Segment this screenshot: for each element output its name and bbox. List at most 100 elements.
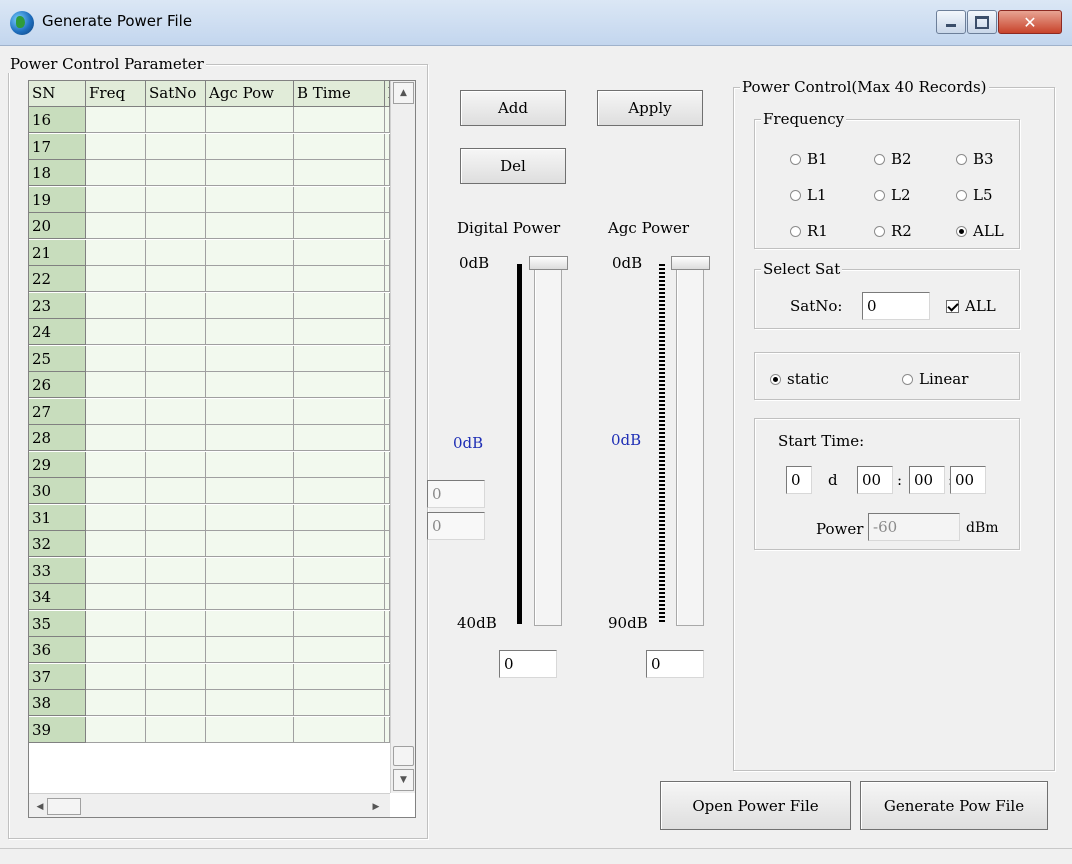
grid-row-header[interactable]: 27 (29, 398, 86, 425)
frequency-radio-b1[interactable]: B1 (790, 150, 828, 168)
grid-row-header[interactable]: 37 (29, 663, 86, 690)
grid-cell[interactable] (86, 637, 146, 663)
grid-cell[interactable] (86, 213, 146, 239)
grid-cell[interactable] (294, 239, 385, 266)
start-hour-input[interactable]: 00 (857, 466, 893, 494)
grid-cell[interactable] (146, 345, 206, 372)
grid-cell[interactable] (206, 107, 294, 133)
grid-cell[interactable] (294, 107, 385, 133)
grid-cell[interactable] (86, 345, 146, 372)
grid-column-header[interactable]: B Time (294, 81, 385, 107)
parameter-grid[interactable]: SNFreqSatNoAgc PowB Timel161718192021222… (28, 80, 416, 818)
grid-cell[interactable] (206, 213, 294, 239)
grid-row-header[interactable]: 24 (29, 319, 86, 345)
grid-cell[interactable] (206, 345, 294, 372)
grid-cell[interactable] (146, 451, 206, 478)
grid-cell[interactable] (146, 239, 206, 266)
static-radio[interactable]: static (770, 370, 829, 388)
grid-column-header[interactable]: SatNo (146, 81, 206, 107)
grid-row-header[interactable]: 30 (29, 478, 86, 504)
grid-cell[interactable] (86, 478, 146, 504)
agc-power-slider-thumb[interactable] (671, 256, 710, 270)
digital-power-value-input[interactable]: 0 (499, 650, 557, 678)
grid-row-header[interactable]: 36 (29, 637, 86, 663)
grid-cell[interactable] (206, 160, 294, 186)
grid-cell[interactable] (206, 186, 294, 213)
grid-cell[interactable] (206, 504, 294, 531)
vertical-scroll-thumb[interactable] (393, 746, 414, 766)
grid-cell[interactable] (294, 292, 385, 319)
grid-cell[interactable] (294, 186, 385, 213)
grid-cell[interactable] (146, 716, 206, 743)
grid-cell[interactable] (86, 610, 146, 637)
grid-cell[interactable] (294, 504, 385, 531)
grid-cell[interactable] (206, 557, 294, 584)
grid-cell[interactable] (294, 319, 385, 345)
vertical-scrollbar[interactable]: ▲ ▼ (390, 81, 415, 793)
grid-row-header[interactable]: 18 (29, 160, 86, 186)
grid-cell[interactable] (294, 345, 385, 372)
grid-row-header[interactable]: 35 (29, 610, 86, 637)
frequency-radio-r1[interactable]: R1 (790, 222, 828, 240)
grid-cell[interactable] (206, 637, 294, 663)
grid-cell[interactable] (294, 663, 385, 690)
scroll-down-arrow-icon[interactable]: ▼ (393, 769, 414, 791)
grid-cell[interactable] (86, 107, 146, 133)
grid-row-header[interactable]: 17 (29, 133, 86, 160)
grid-cell[interactable] (146, 372, 206, 398)
grid-cell[interactable] (86, 239, 146, 266)
start-minute-input[interactable]: 00 (909, 466, 945, 494)
grid-cell[interactable] (206, 398, 294, 425)
grid-row-header[interactable]: 31 (29, 504, 86, 531)
digital-side-field-1[interactable]: 0 (427, 480, 485, 508)
grid-row-header[interactable]: 19 (29, 186, 86, 213)
grid-cell[interactable] (294, 425, 385, 451)
grid-cell[interactable] (146, 398, 206, 425)
grid-cell[interactable] (146, 213, 206, 239)
close-button[interactable]: ✕ (998, 10, 1062, 34)
grid-cell[interactable] (206, 584, 294, 610)
grid-cell[interactable] (86, 372, 146, 398)
grid-cell[interactable] (206, 133, 294, 160)
grid-row-header[interactable]: 23 (29, 292, 86, 319)
grid-row-header[interactable]: 16 (29, 107, 86, 133)
agc-power-slider-track[interactable] (676, 262, 704, 626)
grid-cell[interactable] (86, 557, 146, 584)
grid-cell[interactable] (86, 266, 146, 292)
grid-cell[interactable] (294, 160, 385, 186)
apply-button[interactable]: Apply (597, 90, 703, 126)
digital-power-slider-track[interactable] (534, 262, 562, 626)
power-input[interactable]: -60 (868, 513, 960, 541)
grid-cell[interactable] (146, 584, 206, 610)
grid-cell[interactable] (146, 478, 206, 504)
grid-column-header[interactable]: SN (29, 81, 86, 107)
grid-cell[interactable] (86, 584, 146, 610)
digital-power-slider-thumb[interactable] (529, 256, 568, 270)
grid-cell[interactable] (146, 186, 206, 213)
linear-radio[interactable]: Linear (902, 370, 968, 388)
grid-cell[interactable] (206, 531, 294, 557)
grid-row-header[interactable]: 20 (29, 213, 86, 239)
grid-cell[interactable] (206, 663, 294, 690)
frequency-radio-b2[interactable]: B2 (874, 150, 912, 168)
grid-cell[interactable] (206, 478, 294, 504)
grid-cell[interactable] (86, 504, 146, 531)
grid-cell[interactable] (146, 319, 206, 345)
scroll-left-arrow-icon[interactable]: ◀ (33, 800, 47, 814)
start-day-input[interactable]: 0 (786, 466, 812, 494)
grid-cell[interactable] (86, 133, 146, 160)
grid-row-header[interactable]: 22 (29, 266, 86, 292)
grid-cell[interactable] (294, 637, 385, 663)
grid-cell[interactable] (86, 716, 146, 743)
grid-cell[interactable] (146, 504, 206, 531)
grid-cell[interactable] (294, 398, 385, 425)
grid-cell[interactable] (86, 398, 146, 425)
grid-cell[interactable] (86, 451, 146, 478)
grid-cell[interactable] (146, 133, 206, 160)
satno-all-checkbox[interactable]: ALL (946, 297, 996, 315)
grid-cell[interactable] (294, 584, 385, 610)
generate-pow-file-button[interactable]: Generate Pow File (860, 781, 1048, 830)
grid-cell[interactable] (294, 213, 385, 239)
grid-cell[interactable] (146, 266, 206, 292)
grid-cell[interactable] (86, 425, 146, 451)
